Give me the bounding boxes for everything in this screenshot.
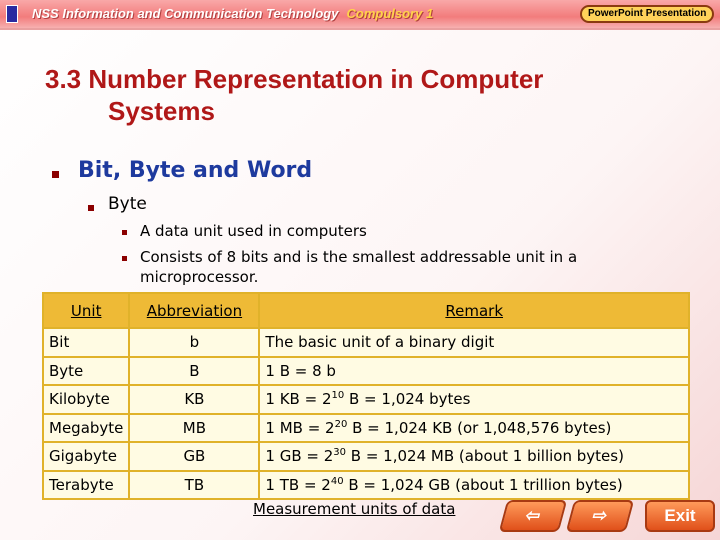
next-button[interactable]: ⇨ [565, 500, 635, 532]
abbreviation-cell: TB [128, 469, 261, 500]
header-banner: NSS Information and Communication Techno… [0, 0, 720, 30]
subheading: Byte [108, 194, 147, 214]
unit-cell: Terabyte [41, 469, 131, 500]
table-row: Terabyte TB 1 TB = 240 B = 1,024 GB (about… [41, 469, 690, 500]
header-abbreviation: Abbreviation [128, 292, 261, 329]
title-line-1: 3.3 Number Representation in Computer [45, 64, 544, 94]
banner-title: NSS Information and Communication Techno… [32, 6, 433, 21]
unit-cell: Bit [41, 327, 131, 358]
unit-cell: Gigabyte [41, 441, 131, 472]
bullet-icon [52, 171, 59, 178]
bullet-icon [122, 256, 127, 261]
units-table: Unit Abbreviation Remark Bit b The basic u… [41, 292, 690, 500]
abbreviation-cell: GB [128, 441, 261, 472]
slide-title: 3.3 Number Representation in Computer Sys… [45, 63, 543, 127]
course-title: NSS Information and Communication Techno… [32, 6, 339, 21]
course-subtitle: Compulsory 1 [346, 6, 434, 21]
unit-cell: Megabyte [41, 412, 131, 443]
prev-button[interactable]: ⇦ [498, 500, 568, 532]
bullet-icon [88, 205, 94, 211]
point-2-cont: microprocessor. [140, 268, 259, 286]
point-1: A data unit used in computers [140, 222, 367, 240]
table-caption[interactable]: Measurement units of data [253, 500, 455, 518]
table-row: Byte B 1 B = 8 b [41, 355, 690, 386]
bullet-icon [122, 230, 127, 235]
header-unit: Unit [41, 292, 131, 329]
abbreviation-cell: MB [128, 412, 261, 443]
powerpoint-badge[interactable]: PowerPoint Presentation [580, 5, 715, 23]
remark-cell: 1 KB = 210 B = 1,024 bytes [258, 384, 690, 415]
table-row: Bit b The basic unit of a binary digit [41, 327, 690, 358]
remark-cell: 1 TB = 240 B = 1,024 GB (about 1 trillio… [258, 469, 690, 500]
header-remark: Remark [258, 292, 690, 329]
logo-icon [6, 5, 18, 23]
abbreviation-cell: KB [128, 384, 261, 415]
table-row: Gigabyte GB 1 GB = 230 B = 1,024 MB (about… [41, 441, 690, 472]
unit-cell: Byte [41, 355, 131, 386]
remark-cell: 1 B = 8 b [258, 355, 690, 386]
remark-cell: The basic unit of a binary digit [258, 327, 690, 358]
unit-cell: Kilobyte [41, 384, 131, 415]
title-line-2: Systems [108, 96, 215, 126]
abbreviation-cell: b [128, 327, 261, 358]
exit-button[interactable]: Exit [645, 500, 715, 532]
heading: Bit, Byte and Word [78, 158, 313, 183]
abbreviation-cell: B [128, 355, 261, 386]
table-row: Kilobyte KB 1 KB = 210 B = 1,024 bytes [41, 384, 690, 415]
remark-cell: 1 GB = 230 B = 1,024 MB (about 1 billion… [258, 441, 690, 472]
remark-cell: 1 MB = 220 B = 1,024 KB (or 1,048,576 by… [258, 412, 690, 443]
table-row: Megabyte MB 1 MB = 220 B = 1,024 KB (or 1,… [41, 412, 690, 443]
